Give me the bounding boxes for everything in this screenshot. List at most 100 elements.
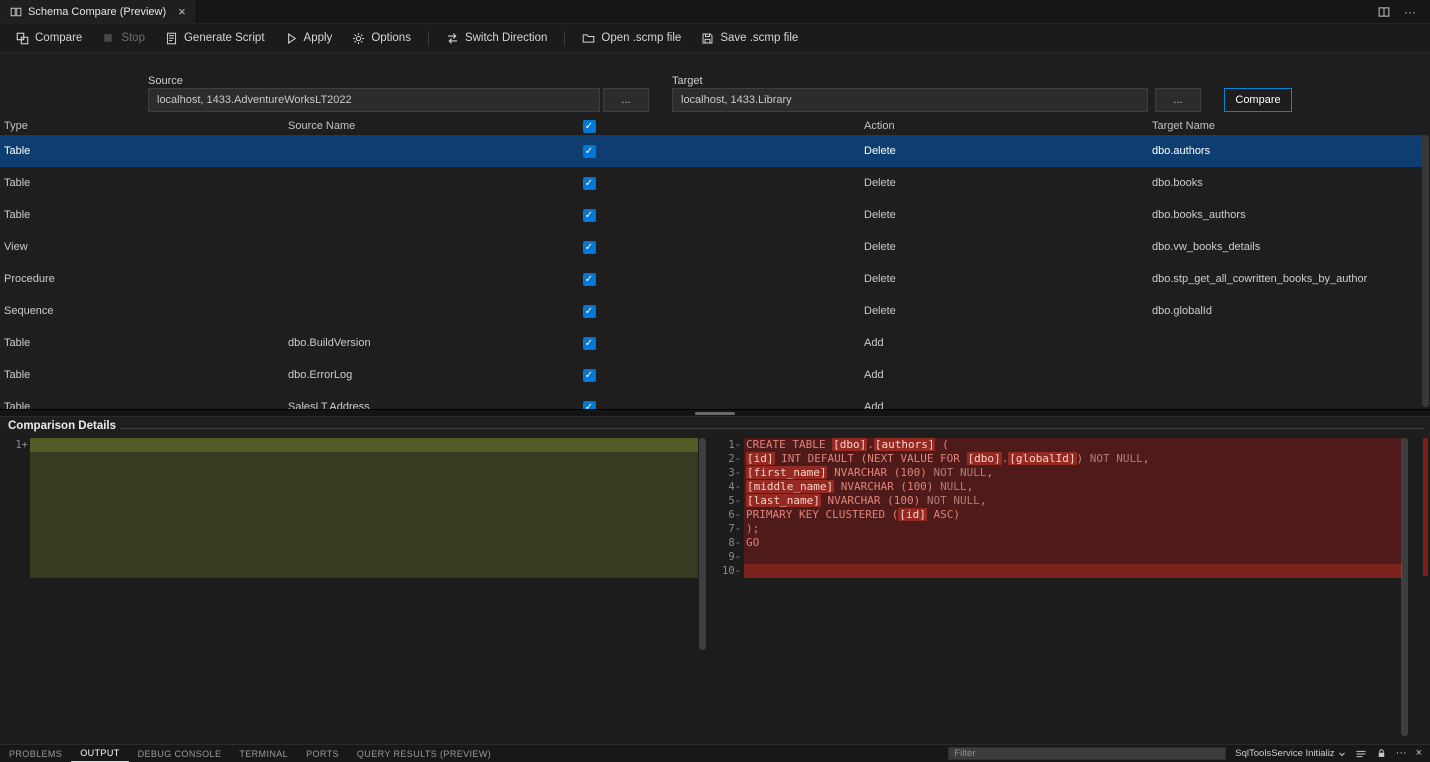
grid-header: Type Source Name ✓ Action Target Name [0, 117, 1422, 135]
stop-button: Stop [92, 28, 155, 49]
splitter-grip-icon [695, 412, 735, 415]
panel-tab-query-results-preview[interactable]: QUERY RESULTS (PREVIEW) [348, 745, 500, 762]
diff-line-number: 6- [706, 508, 744, 522]
row-include-checkbox[interactable]: ✓ [574, 177, 604, 190]
checkbox-checked-icon: ✓ [583, 177, 596, 190]
diff-line-text: [middle_name] NVARCHAR (100) NULL, [744, 480, 1402, 494]
diff-line-text: ); [744, 522, 1402, 536]
table-row[interactable]: Tabledbo.ErrorLog✓Add [0, 359, 1422, 391]
row-include-checkbox[interactable]: ✓ [574, 209, 604, 222]
row-include-checkbox[interactable]: ✓ [574, 273, 604, 286]
compare-button[interactable]: Compare [1224, 88, 1292, 112]
output-actions-icon[interactable] [1355, 748, 1367, 760]
row-target-name: dbo.vw_books_details [1148, 241, 1422, 253]
diff-line-text: GO [744, 536, 1402, 550]
diff-left-scrollbar[interactable] [699, 438, 706, 650]
table-row[interactable]: Sequence✓Deletedbo.globalId [0, 295, 1422, 327]
panel-close-icon[interactable]: × [1416, 748, 1422, 759]
apply-button[interactable]: Apply [275, 28, 343, 49]
open-scmp-file-button[interactable]: Open .scmp file [572, 28, 691, 49]
table-row[interactable]: Table✓Deletedbo.books [0, 167, 1422, 199]
row-type: Table [0, 209, 284, 221]
grid-vertical-scrollbar[interactable] [1422, 135, 1429, 407]
comparison-result-grid: Table✓Deletedbo.authorsTable✓Deletedbo.b… [0, 135, 1422, 409]
lock-icon[interactable] [1376, 748, 1387, 759]
checkbox-checked-icon: ✓ [583, 241, 596, 254]
diff-source-pane[interactable]: 1+ [0, 438, 706, 744]
toolbar-separator [428, 31, 429, 46]
target-input[interactable] [672, 88, 1148, 112]
panel-tab-output[interactable]: OUTPUT [71, 745, 128, 762]
source-label: Source [148, 75, 183, 87]
diff-removed-lines: 1-CREATE TABLE [dbo].[authors] (2-[id] I… [706, 438, 1430, 578]
panel-tab-debug-console[interactable]: DEBUG CONSOLE [129, 745, 231, 762]
table-row[interactable]: Table✓Deletedbo.authors [0, 135, 1422, 167]
diff-line-number: 4- [706, 480, 744, 494]
panel-right-controls: SqlToolsService Initializ ··· × [948, 747, 1430, 760]
save-file-icon [701, 32, 714, 45]
diff-overview-ruler [1423, 438, 1428, 576]
checkbox-checked-icon: ✓ [583, 401, 596, 410]
chevron-down-icon [1338, 750, 1346, 758]
row-include-checkbox[interactable]: ✓ [574, 369, 604, 382]
table-row[interactable]: Table✓Deletedbo.books_authors [0, 199, 1422, 231]
toolbar-item-label: Apply [304, 32, 333, 44]
panel-more-icon[interactable]: ··· [1396, 748, 1407, 759]
diff-right-scrollbar[interactable] [1401, 438, 1408, 736]
diff-line-number: 1- [706, 438, 744, 452]
pane-splitter[interactable] [0, 409, 1430, 417]
row-action: Delete [860, 241, 1148, 253]
diff-line-number: 2- [706, 452, 744, 466]
compare-button[interactable]: Compare [6, 28, 92, 49]
apply-icon [285, 32, 298, 45]
diff-line-text: [last_name] NVARCHAR (100) NOT NULL, [744, 494, 1402, 508]
panel-tab-terminal[interactable]: TERMINAL [230, 745, 297, 762]
panel-tabs: PROBLEMSOUTPUTDEBUG CONSOLETERMINALPORTS… [0, 745, 500, 762]
checkbox-checked-icon: ✓ [583, 209, 596, 222]
table-row[interactable]: Procedure✓Deletedbo.stp_get_all_cowritte… [0, 263, 1422, 295]
row-type: Table [0, 145, 284, 157]
output-filter-input[interactable] [948, 747, 1226, 760]
row-type: Procedure [0, 273, 284, 285]
table-row[interactable]: View ✓ Deletedbo.vw_books_details [0, 231, 1422, 263]
row-include-checkbox[interactable]: ✓ [574, 401, 604, 410]
options-button[interactable]: Options [342, 28, 421, 49]
panel-tab-problems[interactable]: PROBLEMS [0, 745, 71, 762]
row-include-checkbox[interactable]: ✓ [574, 305, 604, 318]
diff-line-number: 3- [706, 466, 744, 480]
output-channel-dropdown[interactable]: SqlToolsService Initializ [1235, 748, 1345, 759]
diff-target-pane[interactable]: 1-CREATE TABLE [dbo].[authors] (2-[id] I… [706, 438, 1430, 744]
source-input[interactable] [148, 88, 600, 112]
row-include-checkbox[interactable]: ✓ [574, 145, 604, 158]
column-header-source-name[interactable]: Source Name [284, 120, 574, 132]
table-row[interactable]: Tabledbo.BuildVersion✓Add [0, 327, 1422, 359]
source-browse-button[interactable]: ... [603, 88, 649, 112]
row-type: Table [0, 369, 284, 381]
stop-icon [102, 32, 115, 45]
split-editor-icon[interactable] [1378, 6, 1390, 18]
select-all-checkbox[interactable]: ✓ [574, 120, 604, 133]
panel-tab-ports[interactable]: PORTS [297, 745, 348, 762]
tab-close-icon[interactable]: × [178, 5, 186, 18]
tab-schema-compare[interactable]: Schema Compare (Preview) × [0, 0, 197, 23]
row-include-checkbox[interactable]: ✓ [574, 241, 604, 254]
column-header-target-name[interactable]: Target Name [1148, 120, 1422, 132]
diff-added-line [30, 438, 698, 452]
row-action: Delete [860, 145, 1148, 157]
editor-actions: ··· [1378, 0, 1430, 23]
column-header-type[interactable]: Type [0, 120, 284, 132]
switch-direction-button[interactable]: Switch Direction [436, 28, 557, 49]
open-file-icon [582, 32, 595, 45]
diff-line-text [744, 564, 1402, 578]
generate-script-button[interactable]: Generate Script [155, 28, 275, 49]
target-browse-button[interactable]: ... [1155, 88, 1201, 112]
save-scmp-file-button[interactable]: Save .scmp file [691, 28, 808, 49]
diff-line-text: CREATE TABLE [dbo].[authors] ( [744, 438, 1402, 452]
table-row[interactable]: TableSalesLT.Address✓Add [0, 391, 1422, 409]
row-action: Add [860, 401, 1148, 409]
column-header-action[interactable]: Action [860, 120, 1148, 132]
more-actions-icon[interactable]: ··· [1404, 5, 1416, 19]
checkbox-checked-icon: ✓ [583, 337, 596, 350]
row-include-checkbox[interactable]: ✓ [574, 337, 604, 350]
row-type: View [0, 241, 284, 253]
